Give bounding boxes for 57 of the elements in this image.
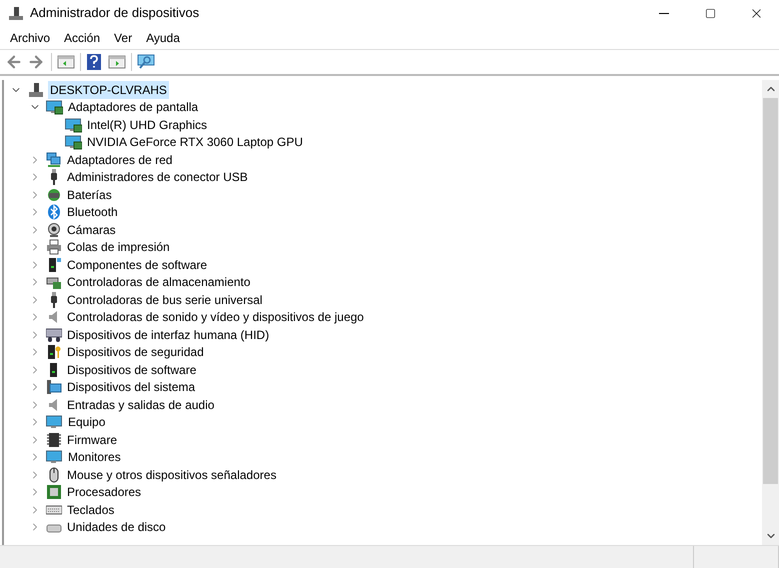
tree-item[interactable]: Componentes de software xyxy=(67,256,208,274)
tree-item[interactable]: Intel(R) UHD Graphics xyxy=(87,116,208,134)
vertical-scrollbar[interactable] xyxy=(762,80,779,545)
forward-arrow-icon xyxy=(27,53,45,71)
battery-icon xyxy=(46,186,62,203)
tree-item[interactable]: Administradores de conector USB xyxy=(67,168,248,186)
minimize-icon xyxy=(659,12,669,14)
tree-item[interactable]: DESKTOP-CLVRAHS xyxy=(48,80,169,99)
tree-item[interactable]: Cámaras xyxy=(67,220,116,239)
webcam-icon xyxy=(46,222,62,238)
tree-item[interactable]: Equipo xyxy=(68,413,106,432)
display-card-icon xyxy=(65,134,82,150)
printer-icon xyxy=(46,239,62,256)
tree-item[interactable]: Controladoras de bus serie universal xyxy=(67,290,262,309)
menu-item[interactable]: Archivo xyxy=(3,28,58,48)
bluetooth-icon xyxy=(46,204,62,220)
console-tree-icon[interactable] xyxy=(57,54,75,70)
security-key-icon xyxy=(46,344,62,360)
tree-item[interactable]: Mouse y otros dispositivos señaladores xyxy=(67,466,276,484)
tree-item[interactable]: Dispositivos de software xyxy=(67,360,196,379)
tree-item[interactable]: Firmware xyxy=(67,430,117,449)
tower-icon xyxy=(46,256,62,273)
maximize-icon xyxy=(704,8,716,18)
monitor-icon xyxy=(46,414,63,430)
tree-item[interactable]: Controladoras de almacenamiento xyxy=(67,273,250,292)
tree-item[interactable]: Dispositivos del sistema xyxy=(67,378,196,396)
tree-item[interactable]: Colas de impresión xyxy=(67,238,170,256)
computer-icon xyxy=(28,82,44,98)
tree-item[interactable]: Baterías xyxy=(67,186,112,204)
tree-item[interactable]: Dispositivos de seguridad xyxy=(67,343,204,362)
tree-item[interactable]: Teclados xyxy=(67,500,114,519)
tree-item[interactable]: Bluetooth xyxy=(67,203,118,222)
menu-item[interactable]: Ayuda xyxy=(139,28,187,48)
tree-item[interactable]: NVIDIA GeForce RTX 3060 Laptop GPU xyxy=(87,133,303,152)
scan-monitor-icon[interactable] xyxy=(137,53,155,71)
processor-icon xyxy=(46,484,62,500)
tree-item[interactable]: Adaptadores de pantalla xyxy=(68,98,198,116)
network-icon xyxy=(46,152,62,168)
display-card-icon xyxy=(46,99,63,116)
menu-item[interactable]: Acción xyxy=(57,28,108,48)
chip-icon xyxy=(46,432,62,448)
tree-item[interactable]: Controladoras de sonido y vídeo y dispositivos de juego xyxy=(67,308,364,326)
tree-item[interactable]: Dispositivos de interfaz humana (HID) xyxy=(67,326,270,344)
keyboard-mouse-icon xyxy=(46,326,62,343)
tree-item[interactable]: Procesadores xyxy=(67,483,142,502)
app-icon xyxy=(8,5,24,21)
window-title: Administrador de dispositivos xyxy=(30,4,200,22)
tree-item[interactable]: Adaptadores de red xyxy=(67,150,172,169)
menu-item[interactable]: Ver xyxy=(107,28,140,48)
monitor-icon xyxy=(46,449,63,466)
action-pane-icon[interactable] xyxy=(108,54,126,70)
display-card-icon xyxy=(65,116,82,133)
tree-item[interactable]: Monitores xyxy=(68,448,121,466)
help-icon[interactable] xyxy=(86,53,102,71)
tree-item[interactable]: Entradas y salidas de audio xyxy=(67,396,214,414)
system-folder-icon xyxy=(46,379,62,396)
tree-item[interactable]: Unidades de disco xyxy=(67,518,166,536)
